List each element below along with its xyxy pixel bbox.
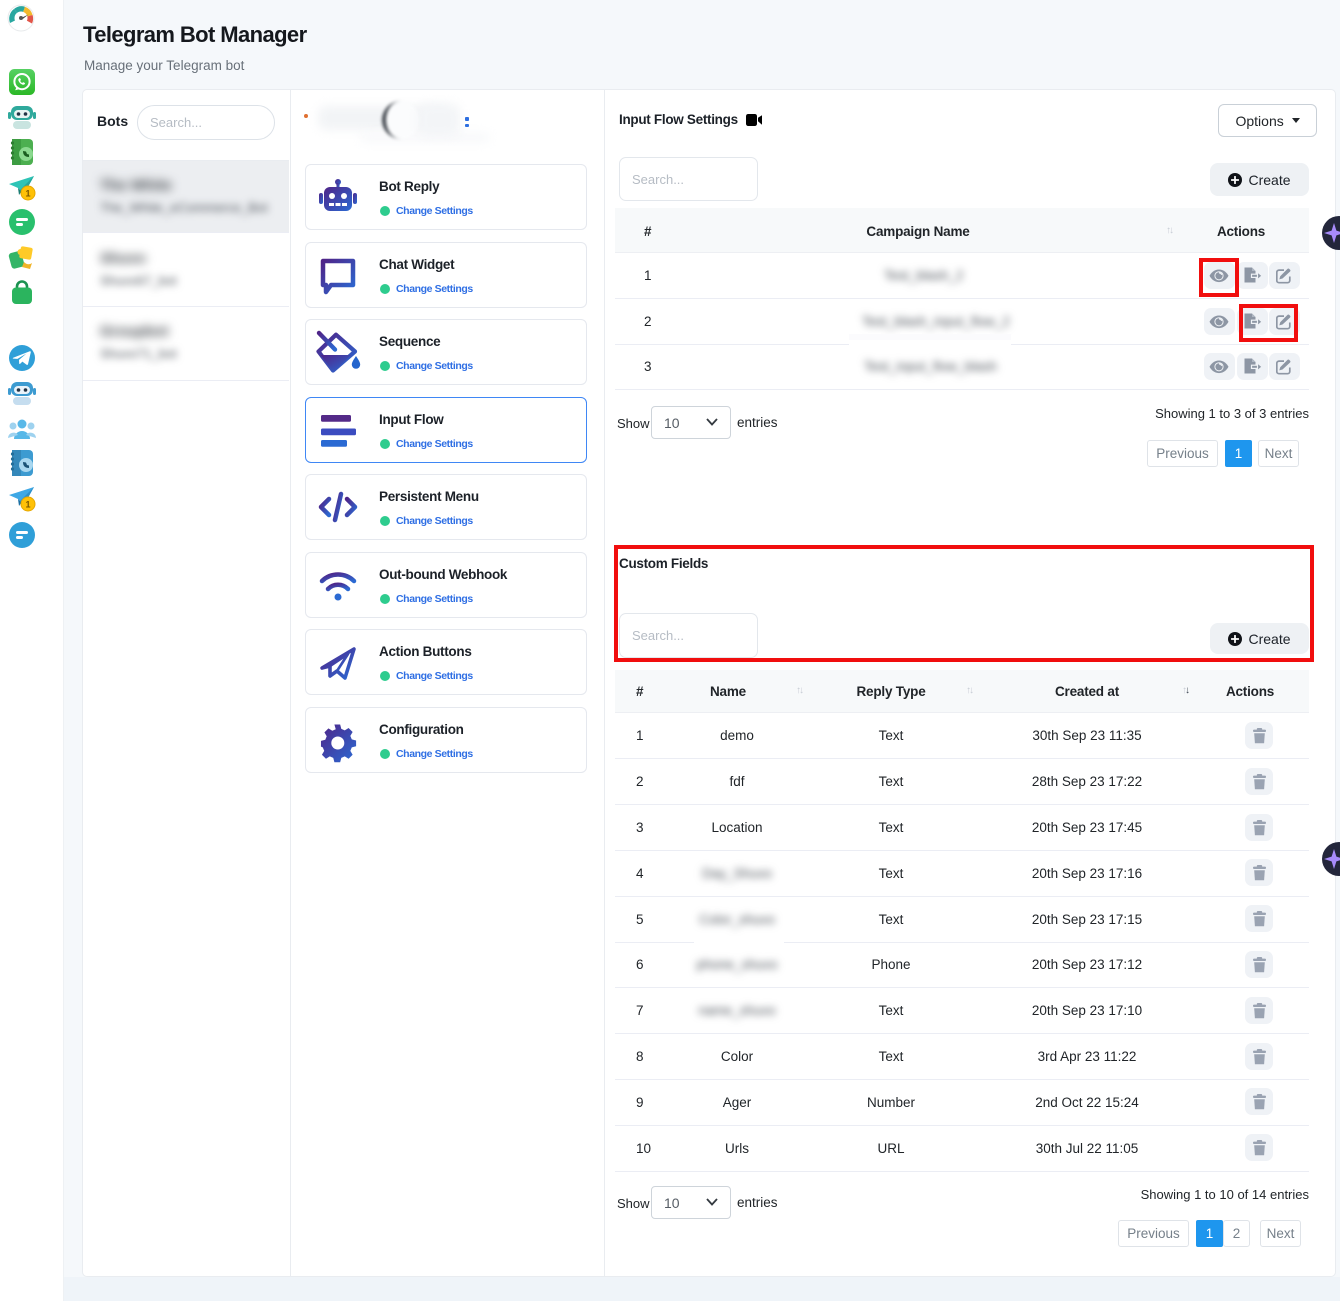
svg-text:1: 1	[25, 500, 30, 510]
svg-text:1: 1	[25, 189, 30, 199]
